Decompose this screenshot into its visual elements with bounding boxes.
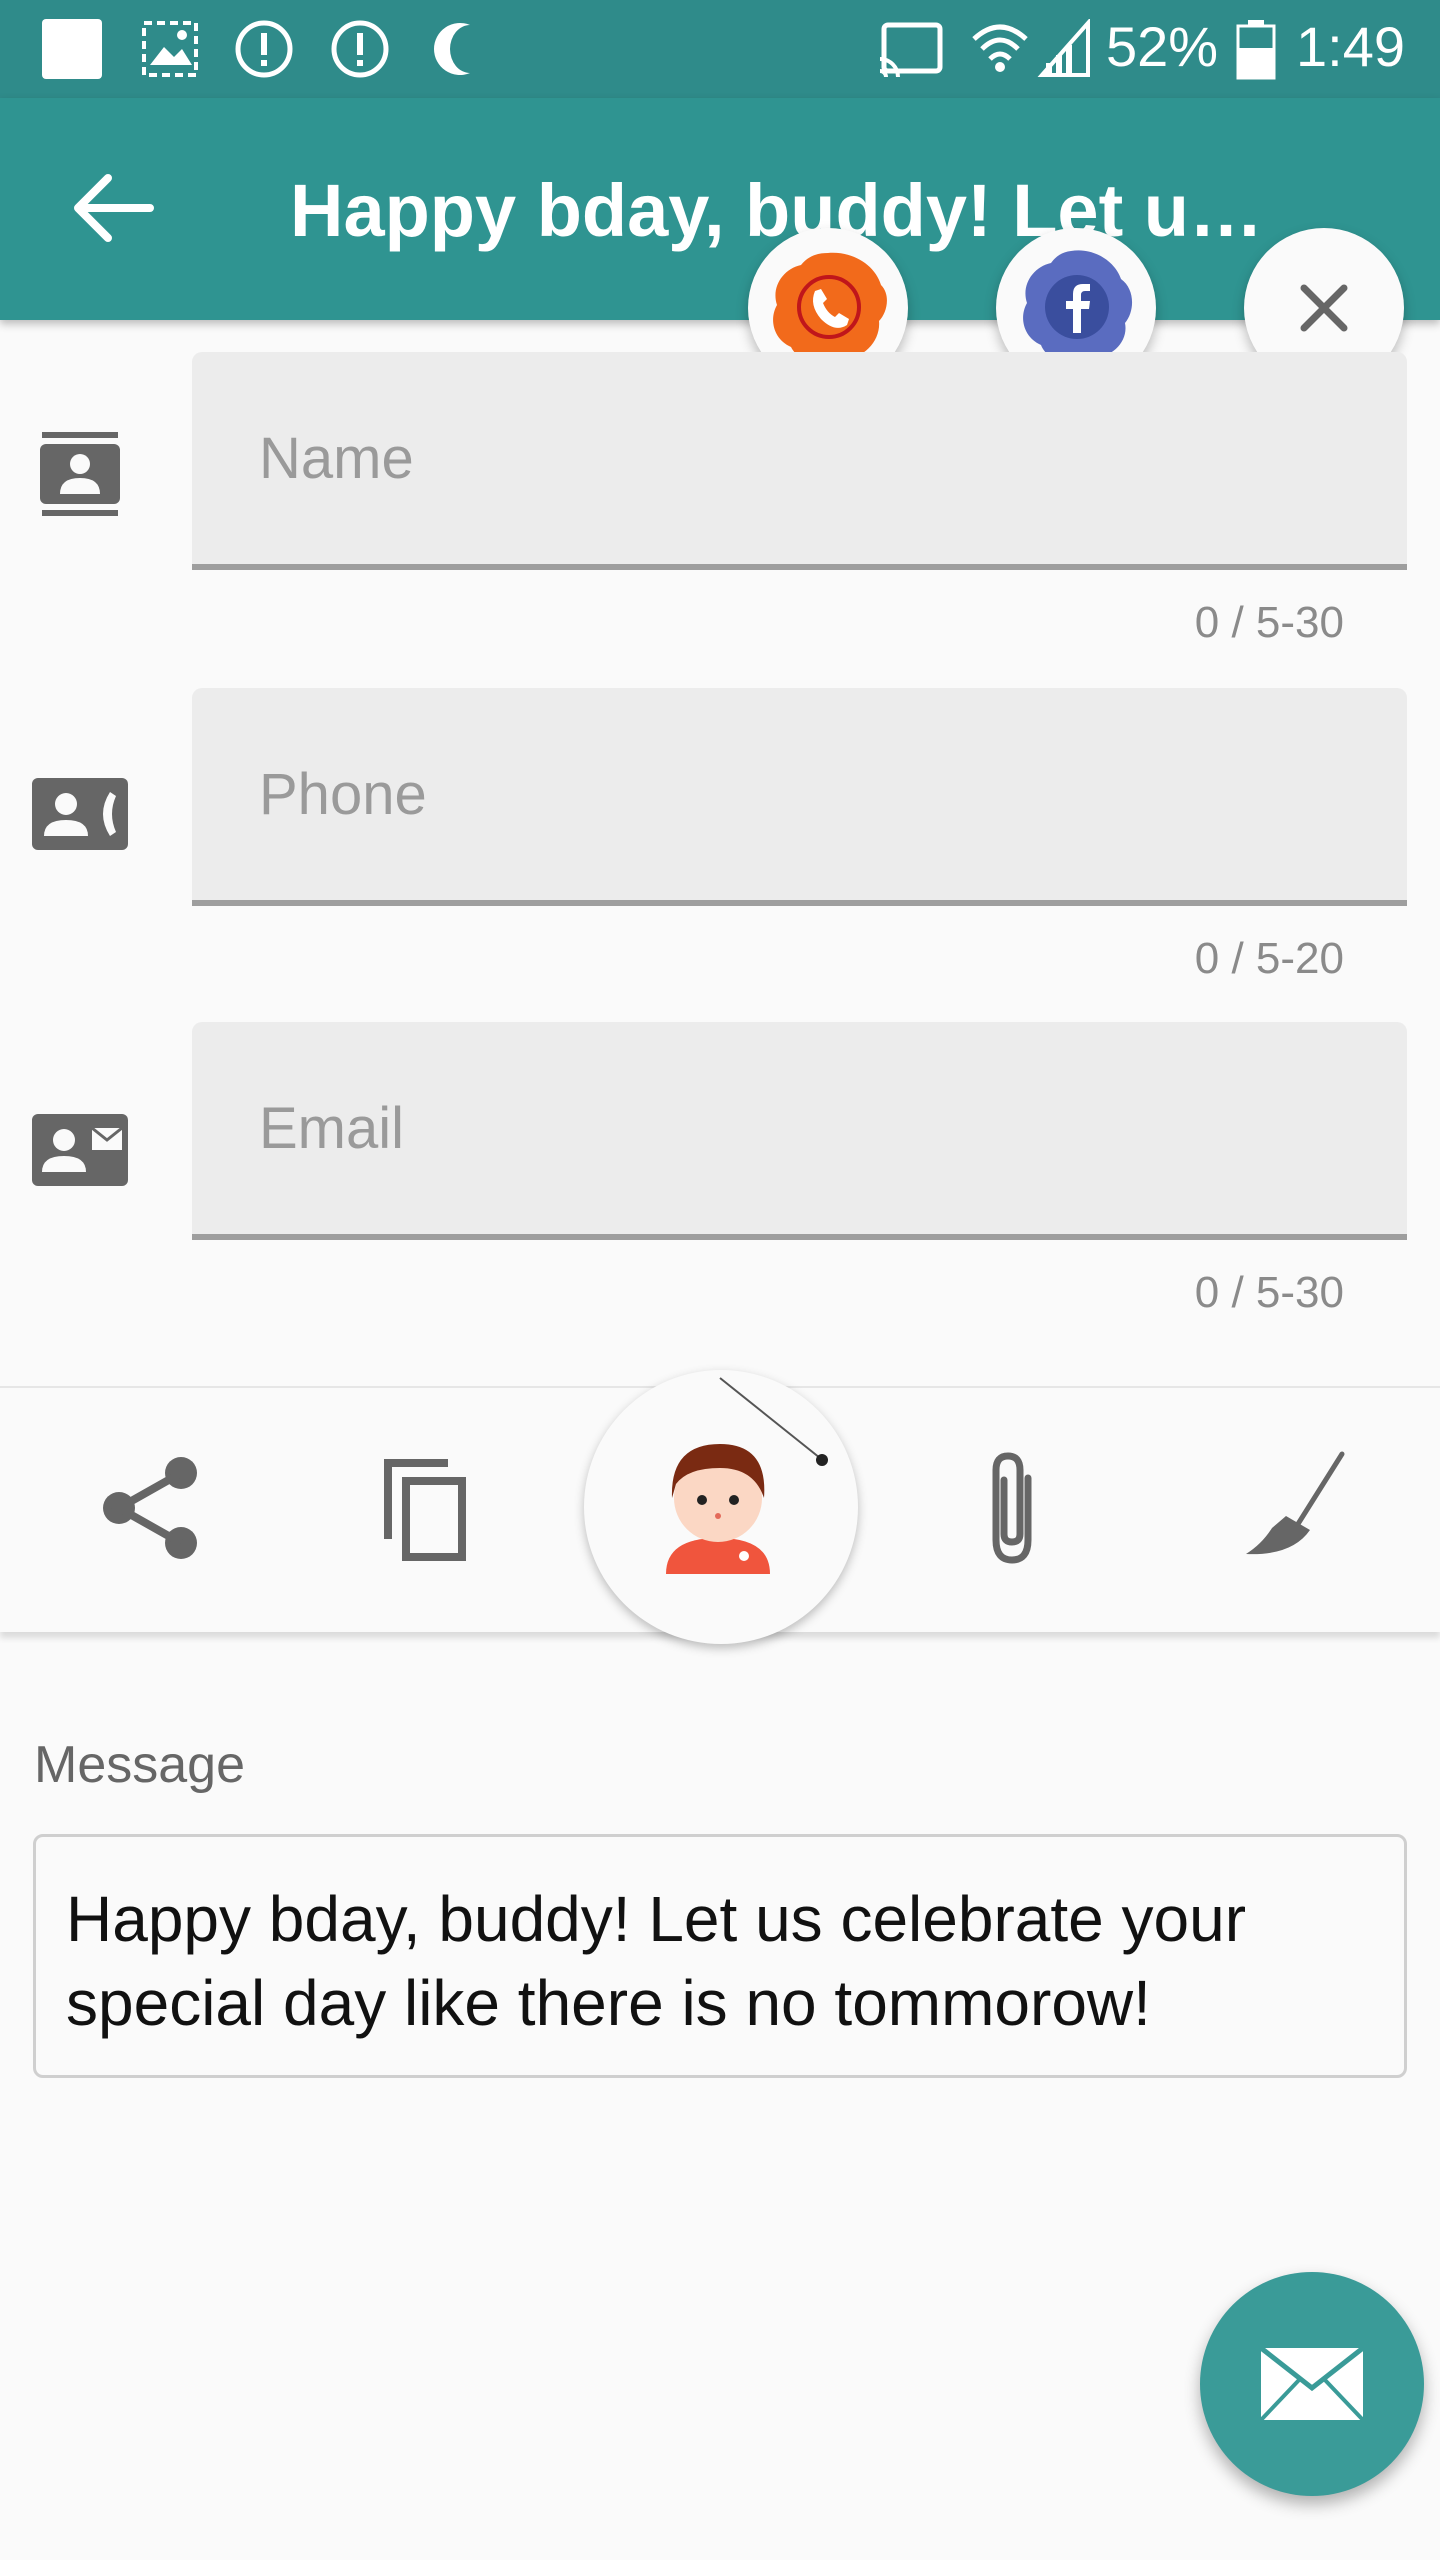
share-icon — [103, 1457, 197, 1559]
message-label: Message — [34, 1736, 245, 1794]
phone-field[interactable] — [257, 748, 1361, 840]
alert-icon — [232, 18, 296, 80]
app-bar: Happy bday, buddy! Let us... — [0, 98, 1440, 320]
message-text: Happy bday, buddy! Let us celebrate your… — [66, 1883, 1246, 2039]
attach-button[interactable] — [942, 1438, 1082, 1578]
arrow-back-icon — [74, 174, 154, 242]
copy-icon — [384, 1459, 466, 1561]
name-field-container — [192, 352, 1407, 570]
status-bar: 52% 1:49 — [0, 0, 1440, 98]
broom-icon — [1246, 1451, 1345, 1555]
phone-char-counter: 0 / 5-20 — [1194, 934, 1344, 983]
share-button[interactable] — [82, 1438, 222, 1578]
alert-icon — [328, 18, 392, 80]
name-field[interactable] — [257, 412, 1361, 504]
attach-icon — [992, 1452, 1032, 1564]
name-char-counter: 0 / 5-30 — [1194, 598, 1344, 647]
contact-icon — [40, 432, 120, 516]
do-not-disturb-moon-icon — [430, 18, 494, 80]
email-field[interactable] — [257, 1082, 1361, 1174]
battery-percent: 52% — [1106, 15, 1219, 78]
phone-field-container — [192, 688, 1407, 906]
signal-icon — [1036, 18, 1092, 80]
clear-button[interactable] — [1222, 1438, 1362, 1578]
wifi-icon — [970, 18, 1030, 80]
back-button[interactable] — [60, 158, 160, 258]
cast-icon — [876, 18, 946, 80]
copy-button[interactable] — [356, 1438, 496, 1578]
message-input[interactable]: Happy bday, buddy! Let us celebrate your… — [33, 1834, 1407, 2078]
close-icon — [1300, 284, 1348, 332]
mail-icon — [1259, 2346, 1365, 2422]
avatar-button[interactable] — [584, 1370, 858, 1644]
contact-phone-icon — [32, 778, 128, 850]
screenshot-icon — [138, 18, 202, 80]
avatar-icon — [666, 1377, 828, 1574]
email-field-container — [192, 1022, 1407, 1240]
battery-icon — [1236, 18, 1276, 80]
send-button[interactable] — [1200, 2272, 1424, 2496]
notification-square-icon — [40, 18, 104, 80]
contact-mail-icon — [32, 1114, 128, 1186]
clock: 1:49 — [1296, 15, 1405, 78]
email-char-counter: 0 / 5-30 — [1194, 1268, 1344, 1317]
